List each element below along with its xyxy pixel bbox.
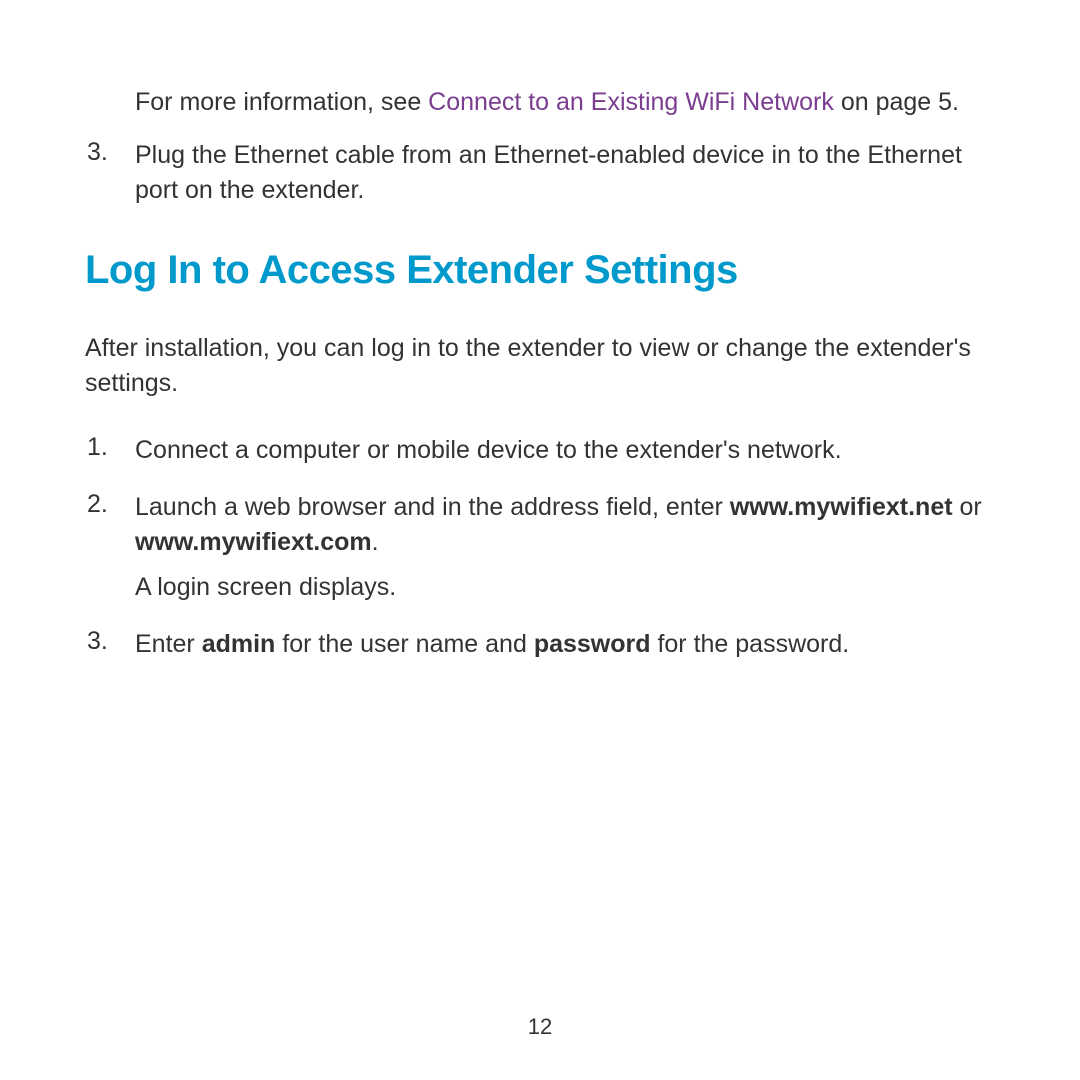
step-1: 1. Connect a computer or mobile device t… [85, 433, 995, 468]
step-text: Plug the Ethernet cable from an Ethernet… [135, 138, 995, 208]
step2-url2: www.mywifiext.com [135, 528, 372, 556]
step3-username: admin [202, 630, 276, 658]
step-text: Launch a web browser and in the address … [135, 490, 995, 605]
step-text: Enter admin for the user name and passwo… [135, 627, 995, 662]
page-number: 12 [0, 1014, 1080, 1040]
step2-prefix: Launch a web browser and in the address … [135, 493, 730, 521]
step3-suffix: for the password. [651, 630, 850, 658]
step2-suffix: . [372, 528, 379, 556]
top-step-3: 3. Plug the Ethernet cable from an Ether… [85, 138, 995, 208]
step-number: 2. [85, 490, 135, 605]
continuation-prefix: For more information, see [135, 88, 428, 116]
step-text: Connect a computer or mobile device to t… [135, 433, 995, 468]
step-3: 3. Enter admin for the user name and pas… [85, 627, 995, 662]
section-heading: Log In to Access Extender Settings [85, 248, 995, 293]
intro-paragraph: After installation, you can log in to th… [85, 331, 995, 401]
step-2: 2. Launch a web browser and in the addre… [85, 490, 995, 605]
step-number: 3. [85, 138, 135, 208]
page-content: For more information, see Connect to an … [0, 0, 1080, 662]
continuation-suffix: on page 5. [834, 88, 959, 116]
step3-prefix: Enter [135, 630, 202, 658]
step2-url1: www.mywifiext.net [730, 493, 953, 521]
continuation-paragraph: For more information, see Connect to an … [135, 85, 995, 120]
step2-line2: A login screen displays. [135, 570, 995, 605]
step3-mid: for the user name and [275, 630, 533, 658]
step2-mid: or [953, 493, 982, 521]
step-number: 3. [85, 627, 135, 662]
cross-reference-link[interactable]: Connect to an Existing WiFi Network [428, 88, 834, 116]
step-number: 1. [85, 433, 135, 468]
step3-password: password [534, 630, 651, 658]
